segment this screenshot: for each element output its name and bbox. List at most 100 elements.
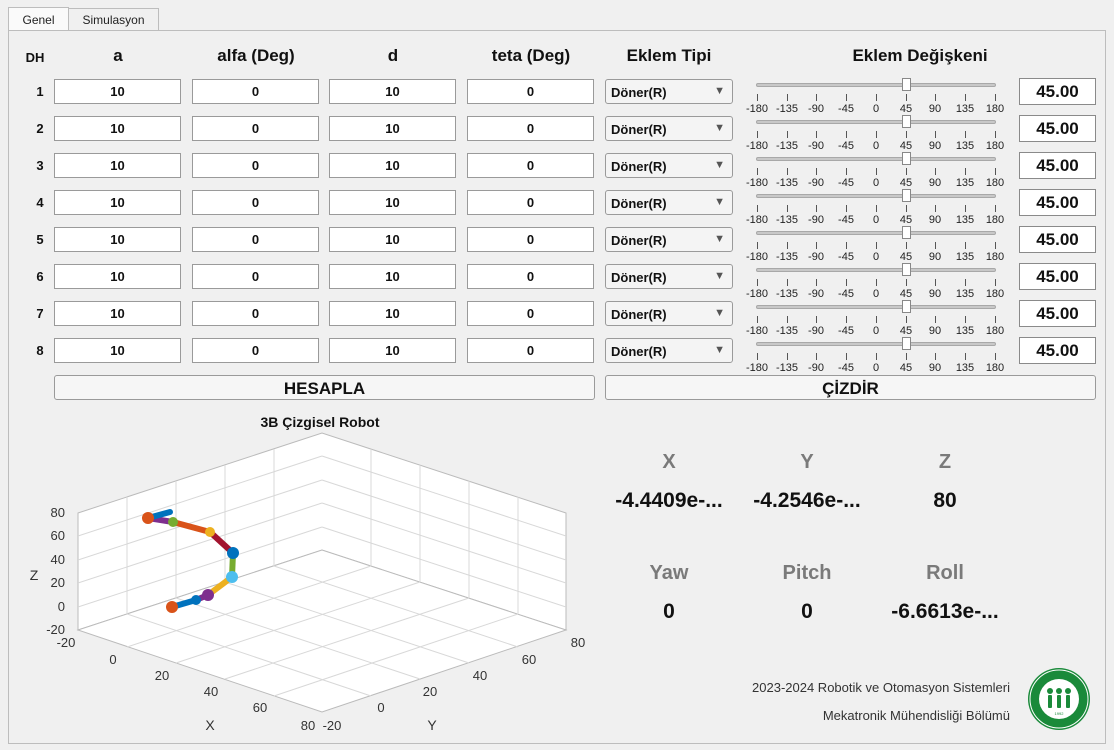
dh-teta-input[interactable]: 0 [467, 116, 594, 141]
joint-slider-thumb[interactable] [902, 226, 911, 239]
result-roll-value: -6.6613e-... [891, 600, 999, 623]
y-tick: 40 [473, 668, 487, 683]
slider-tick-label: -90 [808, 362, 824, 374]
dh-teta-input[interactable]: 0 [467, 227, 594, 252]
dh-alfa-input[interactable]: 0 [192, 153, 319, 178]
dh-alfa-input[interactable]: 0 [192, 227, 319, 252]
dh-alfa-input[interactable]: 0 [192, 79, 319, 104]
dh-a-input[interactable]: 10 [54, 190, 181, 215]
robot-3d-plot[interactable]: 80 60 40 20 0 -20 Z -20 0 20 40 60 80 X … [0, 430, 600, 745]
dh-d-input[interactable]: 10 [329, 79, 456, 104]
slider-tick-label: -45 [838, 140, 854, 152]
dh-a-input[interactable]: 10 [54, 301, 181, 326]
joint-type-select[interactable]: Döner(R) ▼ [605, 116, 733, 141]
x-tick: 0 [109, 652, 116, 667]
slider-tick [846, 353, 847, 360]
dh-d-input[interactable]: 10 [329, 190, 456, 215]
draw-button[interactable]: ÇİZDİR [605, 375, 1096, 400]
joint-slider-thumb[interactable] [902, 263, 911, 276]
dh-a-input[interactable]: 10 [54, 264, 181, 289]
slider-tick-label: 180 [985, 325, 1005, 337]
joint-value-field[interactable]: 45.00 [1019, 226, 1096, 253]
slider-tick-label: -135 [775, 288, 799, 300]
slider-tick [757, 353, 758, 360]
dh-d-input[interactable]: 10 [329, 338, 456, 363]
z-tick: 20 [51, 575, 65, 590]
joint-type-select[interactable]: Döner(R) ▼ [605, 153, 733, 178]
result-yaw-value: 0 [663, 600, 675, 623]
joint-slider-track[interactable] [756, 157, 996, 161]
slider-tick-label: 180 [985, 288, 1005, 300]
dh-teta-input[interactable]: 0 [467, 153, 594, 178]
dh-d-input[interactable]: 10 [329, 301, 456, 326]
slider-tick [787, 316, 788, 323]
joint-value-field[interactable]: 45.00 [1019, 115, 1096, 142]
result-y-value: -4.2546e-... [753, 489, 861, 512]
slider-tick-label: 0 [872, 251, 880, 263]
dh-d-input[interactable]: 10 [329, 264, 456, 289]
dh-teta-input[interactable]: 0 [467, 338, 594, 363]
joint-slider-thumb[interactable] [902, 189, 911, 202]
dh-d-input[interactable]: 10 [329, 227, 456, 252]
calculate-button[interactable]: HESAPLA [54, 375, 595, 400]
joint-slider-thumb[interactable] [902, 78, 911, 91]
tab-genel[interactable]: Genel [8, 7, 69, 31]
dh-a-input[interactable]: 10 [54, 227, 181, 252]
joint-slider-thumb[interactable] [902, 300, 911, 313]
slider-tick-label: -180 [745, 362, 769, 374]
dh-a-input[interactable]: 10 [54, 153, 181, 178]
joint-type-select[interactable]: Döner(R) ▼ [605, 190, 733, 215]
dh-alfa-input[interactable]: 0 [192, 301, 319, 326]
joint-value-field[interactable]: 45.00 [1019, 189, 1096, 216]
joint-value-field[interactable]: 45.00 [1019, 337, 1096, 364]
y-tick: 20 [423, 684, 437, 699]
dh-a-input[interactable]: 10 [54, 338, 181, 363]
joint-value-field[interactable]: 45.00 [1019, 152, 1096, 179]
joint-slider-track[interactable] [756, 194, 996, 198]
joint-slider-track[interactable] [756, 268, 996, 272]
joint-slider-thumb[interactable] [902, 337, 911, 350]
dh-alfa-input[interactable]: 0 [192, 338, 319, 363]
header-a: a [113, 46, 123, 65]
joint-type-select[interactable]: Döner(R) ▼ [605, 301, 733, 326]
joint-type-select[interactable]: Döner(R) ▼ [605, 79, 733, 104]
joint-type-select[interactable]: Döner(R) ▼ [605, 227, 733, 252]
dh-d-input[interactable]: 10 [329, 116, 456, 141]
joint-slider-track[interactable] [756, 231, 996, 235]
joint-slider-thumb[interactable] [902, 152, 911, 165]
joint-value-field[interactable]: 45.00 [1019, 263, 1096, 290]
joint-type-select[interactable]: Döner(R) ▼ [605, 264, 733, 289]
slider-tick-label: 0 [872, 288, 880, 300]
joint-value-field[interactable]: 45.00 [1019, 78, 1096, 105]
joint-slider-thumb[interactable] [902, 115, 911, 128]
joint-type-select[interactable]: Döner(R) ▼ [605, 338, 733, 363]
slider-tick [935, 353, 936, 360]
dh-teta-input[interactable]: 0 [467, 301, 594, 326]
joint-slider-track[interactable] [756, 305, 996, 309]
result-z-value: 80 [933, 489, 957, 512]
joint-type-value: Döner(R) [611, 122, 667, 137]
joint-slider-track[interactable] [756, 83, 996, 87]
slider-tick-label: 135 [955, 362, 975, 374]
joint-slider-track[interactable] [756, 342, 996, 346]
dh-alfa-input[interactable]: 0 [192, 264, 319, 289]
joint-slider-track[interactable] [756, 120, 996, 124]
slider-tick [846, 94, 847, 101]
dh-teta-input[interactable]: 0 [467, 79, 594, 104]
slider-tick-label: -135 [775, 103, 799, 115]
chevron-down-icon: ▼ [714, 233, 725, 245]
joint-value-field[interactable]: 45.00 [1019, 300, 1096, 327]
dh-teta-input[interactable]: 0 [467, 190, 594, 215]
tab-simulasyon[interactable]: Simulasyon [68, 8, 159, 30]
dh-alfa-input[interactable]: 0 [192, 190, 319, 215]
dh-row-number: 2 [36, 121, 44, 136]
slider-tick [995, 131, 996, 138]
dh-alfa-input[interactable]: 0 [192, 116, 319, 141]
slider-tick-label: -90 [808, 325, 824, 337]
dh-a-input[interactable]: 10 [54, 79, 181, 104]
dh-a-input[interactable]: 10 [54, 116, 181, 141]
dh-d-input[interactable]: 10 [329, 153, 456, 178]
dh-teta-input[interactable]: 0 [467, 264, 594, 289]
slider-tick [965, 205, 966, 212]
slider-tick-label: -135 [775, 177, 799, 189]
